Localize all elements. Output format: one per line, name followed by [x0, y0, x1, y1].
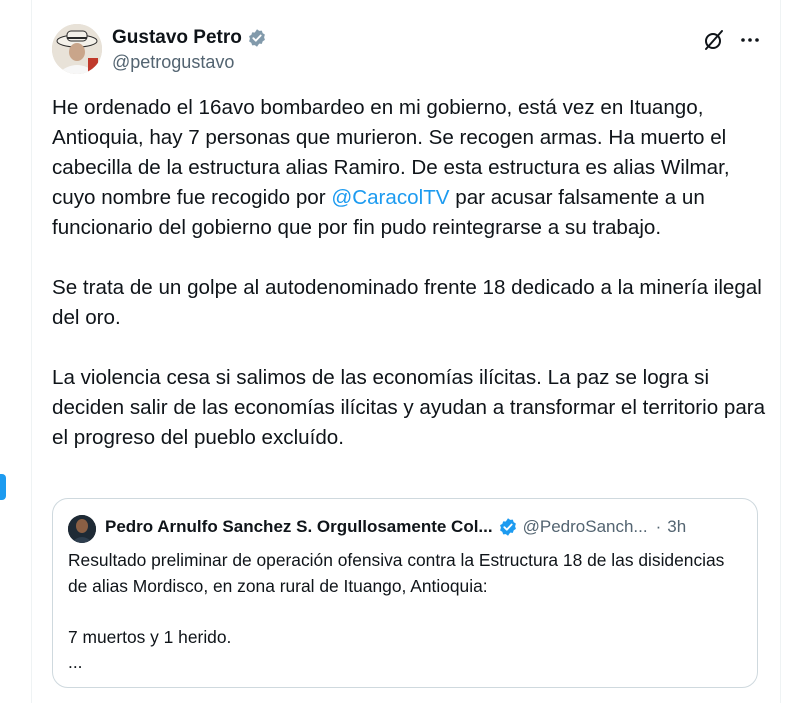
quoted-header: Pedro Arnulfo Sanchez S. Orgullosamente … — [105, 517, 745, 537]
quoted-timestamp[interactable]: 3h — [667, 517, 686, 537]
author-display-name[interactable]: Gustavo Petro — [112, 27, 242, 49]
tweet-paragraph-3: La violencia cesa si salimos de las econ… — [52, 366, 771, 449]
grok-icon[interactable] — [702, 28, 726, 52]
more-options-icon[interactable] — [738, 28, 762, 52]
quoted-author-name[interactable]: Pedro Arnulfo Sanchez S. Orgullosamente … — [105, 517, 493, 537]
timeline-left-border — [31, 0, 32, 703]
quoted-body: Resultado preliminar de operación ofensi… — [68, 548, 748, 676]
quoted-line-2: 7 muertos y 1 herido. — [68, 626, 232, 647]
tweet-header: Gustavo Petro @petrogustavo — [52, 24, 764, 76]
quoted-line-3: ... — [68, 652, 83, 672]
quoted-tweet[interactable]: Pedro Arnulfo Sanchez S. Orgullosamente … — [52, 498, 758, 688]
quoted-author-handle[interactable]: @PedroSanch... — [523, 517, 648, 537]
tweet-paragraph-2: Se trata de un golpe al autodenominado f… — [52, 276, 768, 329]
side-indicator — [0, 474, 6, 500]
mention-link[interactable]: @CaracolTV — [331, 186, 449, 209]
avatar-image — [52, 24, 102, 74]
verified-badge-icon — [248, 29, 265, 47]
tweet-body: He ordenado el 16avo bombardeo en mi gob… — [52, 93, 772, 453]
quoted-avatar-image — [68, 515, 96, 543]
verified-badge-icon — [499, 518, 516, 536]
quoted-line-1: Resultado preliminar de operación ofensi… — [68, 550, 730, 596]
author-avatar[interactable] — [52, 24, 102, 74]
author-name-row: Gustavo Petro — [112, 27, 267, 49]
quoted-author-avatar[interactable] — [68, 515, 96, 543]
separator-dot: · — [655, 517, 662, 536]
tweet-paragraph-1: He ordenado el 16avo bombardeo en mi gob… — [52, 96, 735, 239]
author-handle[interactable]: @petrogustavo — [112, 52, 234, 73]
timeline-right-border — [780, 0, 781, 703]
